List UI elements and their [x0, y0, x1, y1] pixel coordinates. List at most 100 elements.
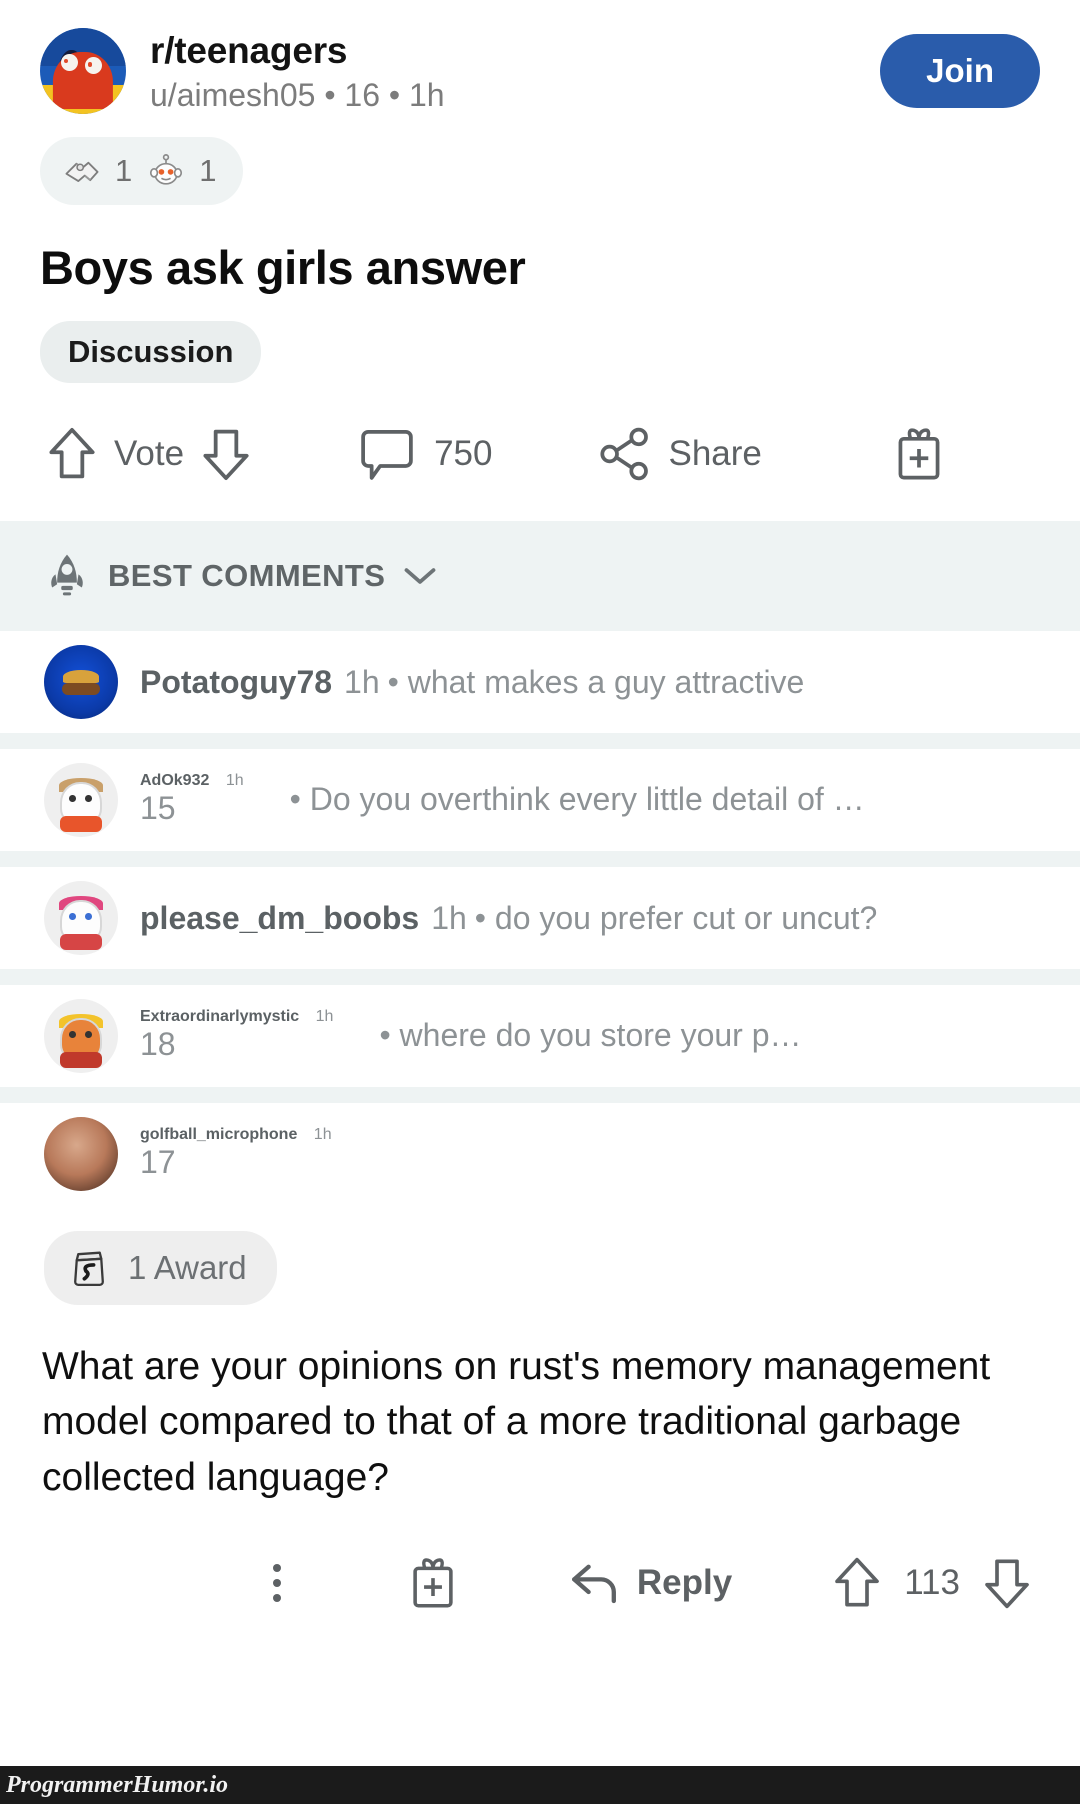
award-count-handshake: 1	[115, 152, 133, 188]
handshake-award-icon	[65, 161, 99, 182]
best-comments-label[interactable]: BEST COMMENTS	[108, 558, 385, 594]
preview-snippet: • what makes a guy attractive	[387, 663, 805, 700]
reply-label[interactable]: Reply	[637, 1563, 732, 1603]
reply-arrow-icon[interactable]	[567, 1559, 621, 1607]
award-chip-handshake[interactable]: 1	[60, 149, 132, 193]
list-separator	[0, 1086, 1080, 1103]
preview-score: 17	[140, 1144, 176, 1181]
downvote-arrow-icon[interactable]	[198, 423, 254, 485]
watermark-text: ProgrammerHumor.io	[6, 1771, 229, 1798]
preview-time: 1h	[344, 663, 380, 700]
preview-username[interactable]: please_dm_boobs	[140, 898, 419, 938]
list-item[interactable]: golfball_microphone 1h 17	[0, 1102, 1080, 1205]
preview-text: Potatoguy78 1h • what makes a guy attrac…	[140, 662, 804, 702]
preview-time: 1h	[313, 1126, 332, 1144]
share-label[interactable]: Share	[668, 434, 761, 474]
preview-snippet: • where do you store your p…	[379, 1017, 802, 1054]
comment-bubble-icon[interactable]	[358, 424, 416, 484]
list-separator	[0, 850, 1080, 867]
post-title: Boys ask girls answer	[40, 240, 526, 294]
list-separator	[0, 968, 1080, 985]
upvote-arrow-icon[interactable]	[44, 423, 100, 485]
upvote-arrow-icon[interactable]	[830, 1553, 884, 1613]
preview-snippet: • Do you overthink every little detail o…	[289, 781, 865, 818]
avatar[interactable]	[44, 644, 118, 719]
vote-group: Vote	[44, 423, 254, 485]
preview-text: golfball_microphone 1h 17	[140, 1126, 340, 1181]
award-badge[interactable]: 1 Award	[44, 1230, 277, 1305]
comment-count: 750	[434, 433, 493, 473]
preview-username[interactable]: AdOk932	[140, 772, 209, 789]
preview-line-1: AdOk932 1h	[140, 772, 252, 790]
preview-username[interactable]: golfball_microphone	[140, 1126, 297, 1143]
preview-score: 15	[140, 790, 176, 827]
snoo-award-icon	[150, 153, 183, 185]
award-chip-snoo[interactable]: 1	[144, 149, 217, 193]
comment-preview-list: Potatoguy78 1h • what makes a guy attrac…	[0, 630, 1080, 1205]
reply-button[interactable]: Reply	[567, 1559, 732, 1607]
post-header-text: r/teenagers u/aimesh05 • 16 • 1h	[150, 28, 880, 115]
share-group[interactable]: Share	[596, 424, 775, 484]
rocket-icon	[51, 554, 83, 596]
share-node-icon[interactable]	[596, 424, 654, 484]
comment-action-bar: Reply 113	[0, 1505, 1080, 1643]
watermark-bar: ProgrammerHumor.io	[0, 1766, 1080, 1804]
post-gift-group[interactable]	[892, 425, 946, 483]
preview-time: 1h	[225, 772, 244, 790]
comment-count-group[interactable]: 750	[358, 424, 492, 484]
preview-username[interactable]: Extraordinarlymystic	[140, 1008, 299, 1025]
gift-award-icon[interactable]	[407, 1555, 459, 1611]
kebab-menu-icon[interactable]	[259, 1558, 295, 1608]
downvote-arrow-icon[interactable]	[980, 1553, 1034, 1613]
silver-award-icon	[74, 1251, 104, 1286]
post-header: r/teenagers u/aimesh05 • 16 • 1h Join	[0, 0, 1080, 115]
list-item[interactable]: Potatoguy78 1h • what makes a guy attrac…	[0, 630, 1080, 733]
best-comments-sort-bar[interactable]: BEST COMMENTS	[0, 520, 1080, 631]
subreddit-name[interactable]: r/teenagers	[150, 30, 880, 71]
avatar[interactable]	[44, 1116, 118, 1191]
avatar[interactable]	[44, 998, 118, 1073]
avatar-head-left	[60, 53, 78, 71]
avatar-scarf	[60, 816, 102, 833]
list-item[interactable]: Extraordinarlymystic 1h 18 • where do yo…	[0, 984, 1080, 1087]
avatar-eye-left	[69, 1031, 76, 1039]
list-separator	[0, 732, 1080, 749]
preview-text: please_dm_boobs 1h • do you prefer cut o…	[140, 898, 877, 938]
avatar[interactable]	[44, 762, 118, 837]
vote-label[interactable]: Vote	[114, 434, 184, 474]
avatar-eye-left	[69, 795, 76, 803]
post-awards-row: 1 1	[0, 115, 1080, 205]
preview-score: 18	[140, 1026, 176, 1063]
gift-award-icon[interactable]	[892, 425, 946, 483]
subreddit-avatar[interactable]	[40, 28, 126, 114]
post-flair-badge[interactable]: Discussion	[40, 320, 262, 383]
list-item[interactable]: AdOk932 1h 15 • Do you overthink every l…	[0, 748, 1080, 851]
bottom-spacer	[0, 1643, 1080, 1766]
award-badge-label: 1 Award	[128, 1248, 247, 1286]
preview-time: 1h	[431, 899, 467, 936]
main-comment: 1 Award What are your opinions on rust's…	[0, 1205, 1080, 1505]
preview-line-1: golfball_microphone 1h	[140, 1126, 340, 1144]
comment-vote-group: 113	[830, 1553, 1034, 1613]
preview-time: 1h	[315, 1008, 334, 1026]
preview-text: Extraordinarlymystic 1h 18	[140, 1008, 341, 1063]
preview-line-1: Extraordinarlymystic 1h	[140, 1008, 341, 1026]
post-action-bar: Vote 750 Share	[0, 383, 1080, 521]
preview-snippet: • do you prefer cut or uncut?	[474, 899, 878, 936]
avatar-scarf	[60, 1052, 102, 1069]
list-item[interactable]: please_dm_boobs 1h • do you prefer cut o…	[0, 866, 1080, 969]
preview-username[interactable]: Potatoguy78	[140, 662, 332, 702]
avatar-eye-left	[69, 913, 76, 921]
post-meta: u/aimesh05 • 16 • 1h	[150, 77, 445, 114]
join-button[interactable]: Join	[880, 34, 1040, 108]
post-flair-row: Discussion	[0, 295, 1080, 383]
post-awards-pill[interactable]: 1 1	[40, 136, 243, 205]
comment-body-text: What are your opinions on rust's memory …	[42, 1344, 991, 1499]
preview-text: AdOk932 1h 15	[140, 772, 252, 827]
award-count-snoo: 1	[199, 152, 217, 188]
avatar-scarf	[60, 934, 102, 951]
chevron-down-icon[interactable]	[403, 565, 437, 587]
avatar[interactable]	[44, 880, 118, 955]
comment-score: 113	[904, 1563, 960, 1602]
reddit-post-screen: r/teenagers u/aimesh05 • 16 • 1h Join 1	[0, 0, 1080, 1804]
